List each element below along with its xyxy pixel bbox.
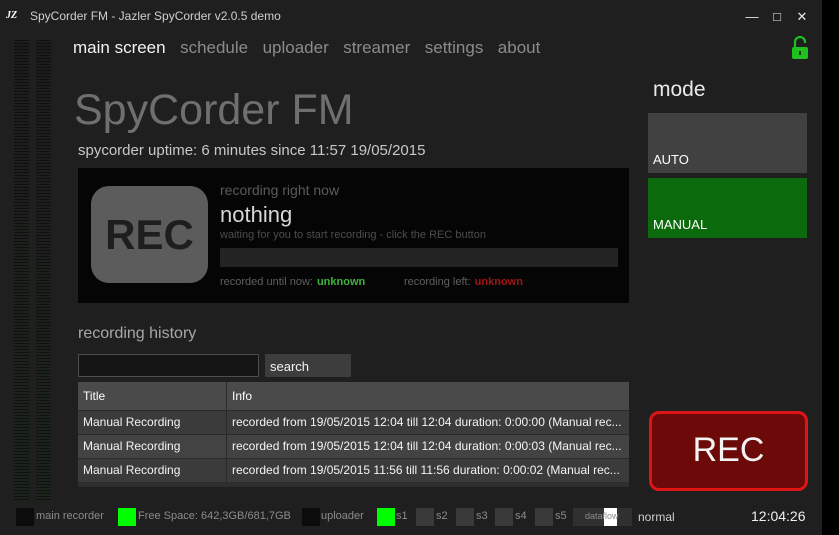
s1-indicator — [377, 508, 395, 526]
column-title[interactable]: Title — [78, 382, 227, 410]
row-title: Manual Recording — [78, 435, 227, 458]
app-window: JZ SpyCorder FM - Jazler SpyCorder v2.0.… — [0, 0, 822, 535]
level-meter-right — [36, 40, 51, 502]
column-info[interactable]: Info — [227, 382, 629, 410]
row-info: recorded from 19/05/2015 12:04 till 12:0… — [232, 415, 622, 429]
recording-left: recording left: unknown — [404, 276, 523, 288]
recording-heading: recording right now — [220, 182, 340, 198]
recorded-value: unknown — [316, 276, 366, 288]
mode-auto-button[interactable]: AUTO — [648, 113, 807, 173]
recording-hint: waiting for you to start recording - cli… — [220, 229, 486, 241]
history-table: Title Info Manual Recording recorded fro… — [78, 382, 629, 487]
history-search-input[interactable] — [78, 354, 259, 377]
recorded-label: recorded until now: — [220, 276, 313, 288]
table-row[interactable]: Manual Recording recorded from 19/05/201… — [78, 458, 629, 482]
free-space-label: Free Space: 642,3GB/681,7GB — [138, 510, 291, 522]
s1-label: s1 — [396, 510, 408, 522]
table-footer — [78, 482, 629, 487]
main-nav: main screen schedule uploader streamer s… — [73, 38, 550, 62]
clock: 12:04:26 — [751, 508, 806, 524]
tab-settings[interactable]: settings — [425, 38, 484, 58]
mode-auto-label: AUTO — [653, 152, 689, 167]
recorded-until-now: recorded until now: unknown — [220, 276, 365, 288]
tab-main-screen[interactable]: main screen — [73, 38, 166, 58]
uptime-text: spycorder uptime: 6 minutes since 11:57 … — [78, 142, 426, 159]
recording-progress-bar — [220, 248, 618, 267]
rec-status-icon: REC — [91, 186, 208, 283]
s4-indicator — [495, 508, 513, 526]
uploader-label: uploader — [321, 510, 364, 522]
s5-indicator — [535, 508, 553, 526]
tab-schedule[interactable]: schedule — [180, 38, 248, 58]
s2-label: s2 — [436, 510, 448, 522]
mode-manual-label: MANUAL — [653, 217, 708, 232]
tab-uploader[interactable]: uploader — [263, 38, 329, 58]
recording-left-label: recording left: — [404, 276, 471, 288]
table-row[interactable]: Manual Recording recorded from 19/05/201… — [78, 410, 629, 434]
close-icon[interactable]: ✕ — [792, 7, 812, 27]
window-title: SpyCorder FM - Jazler SpyCorder v2.0.5 d… — [30, 9, 281, 23]
recording-current: nothing — [220, 202, 293, 227]
recording-status-panel: REC recording right now nothing waiting … — [78, 168, 629, 303]
table-row[interactable]: Manual Recording recorded from 19/05/201… — [78, 434, 629, 458]
row-title: Manual Recording — [78, 411, 227, 434]
s5-label: s5 — [555, 510, 567, 522]
row-info: recorded from 19/05/2015 11:56 till 11:5… — [232, 463, 620, 477]
search-button[interactable]: search — [265, 354, 351, 377]
s3-indicator — [456, 508, 474, 526]
mode-manual-button[interactable]: MANUAL — [648, 178, 807, 238]
maximize-icon[interactable]: □ — [767, 7, 787, 27]
tab-about[interactable]: about — [498, 38, 541, 58]
mode-title: mode — [653, 78, 706, 101]
app-logo-icon: JZ — [6, 10, 18, 21]
station-title: SpyCorder FM — [74, 86, 354, 134]
uploader-indicator — [302, 508, 320, 526]
table-header: Title Info — [78, 382, 629, 410]
dataflow-label: dataflow — [585, 511, 619, 521]
main-recorder-label: main recorder — [36, 510, 104, 522]
status-bar: main recorder Free Space: 642,3GB/681,7G… — [0, 505, 822, 527]
recording-left-value: unknown — [474, 276, 523, 288]
title-bar[interactable]: JZ SpyCorder FM - Jazler SpyCorder v2.0.… — [0, 0, 822, 33]
unlocked-padlock-icon[interactable] — [791, 36, 809, 60]
rec-button[interactable]: REC — [649, 411, 808, 491]
s3-label: s3 — [476, 510, 488, 522]
tab-streamer[interactable]: streamer — [343, 38, 410, 58]
level-meter-left — [14, 40, 29, 502]
s4-label: s4 — [515, 510, 527, 522]
minimize-icon[interactable]: — — [742, 7, 762, 27]
history-title: recording history — [78, 325, 197, 342]
row-title: Manual Recording — [78, 459, 227, 482]
free-space-indicator — [118, 508, 136, 526]
row-info: recorded from 19/05/2015 12:04 till 12:0… — [232, 439, 622, 453]
main-recorder-indicator — [16, 508, 34, 526]
s2-indicator — [416, 508, 434, 526]
status-mode-text: normal — [638, 510, 675, 524]
